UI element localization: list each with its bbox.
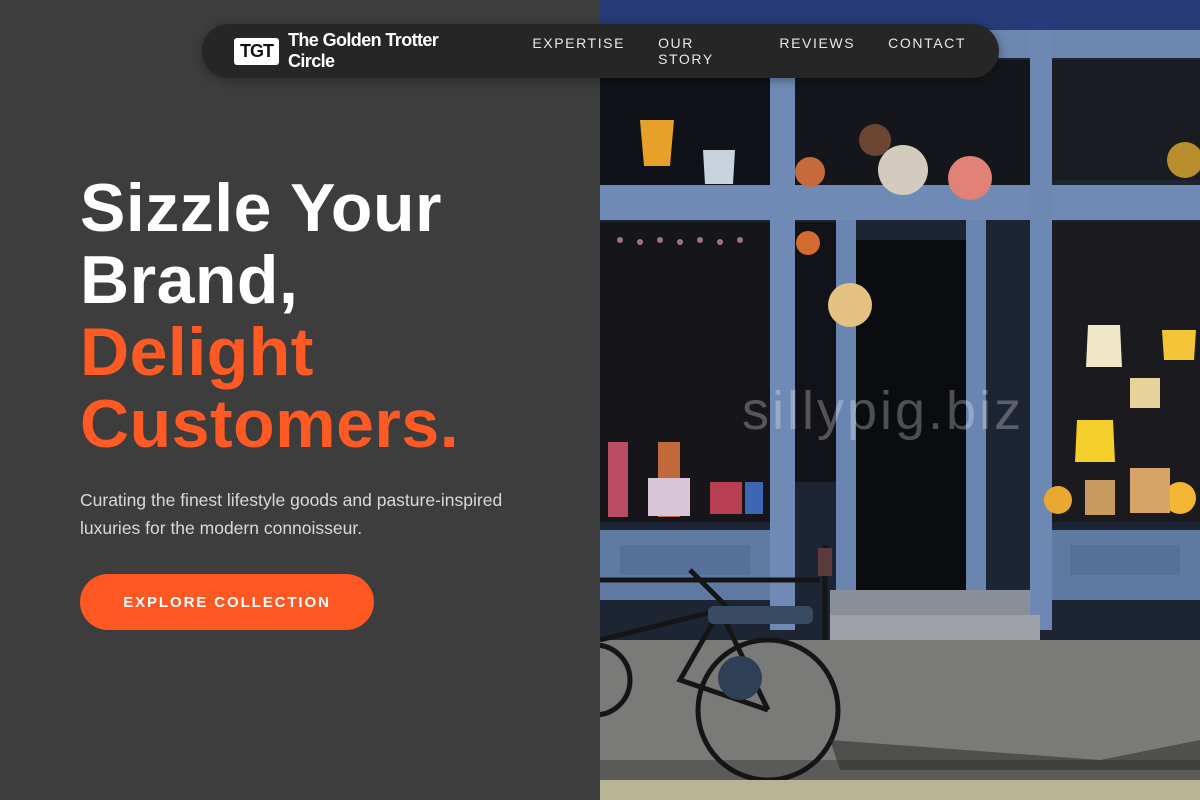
hero-section: Sizzle Your Brand, Delight Customers. Cu…	[80, 172, 600, 630]
explore-collection-button[interactable]: EXPLORE COLLECTION	[80, 574, 374, 630]
brand-badge: TGT	[234, 37, 279, 65]
top-navbar: TGT The Golden Trotter Circle EXPERTISE …	[202, 24, 999, 78]
hero-photo: sillypig.biz	[600, 0, 1200, 800]
brand-name: The Golden Trotter Circle	[288, 30, 439, 71]
nav-link-expertise[interactable]: EXPERTISE	[532, 35, 625, 67]
nav-link-reviews[interactable]: REVIEWS	[779, 35, 855, 67]
hero-headline: Sizzle Your Brand, Delight Customers.	[80, 172, 600, 460]
hero-subtitle: Curating the finest lifestyle goods and …	[80, 490, 503, 538]
headline-line-2: Brand,	[80, 242, 299, 318]
brand-logo[interactable]: TGT The Golden Trotter Circle	[234, 30, 484, 72]
headline-line-4: Customers.	[80, 386, 460, 462]
nav-link-contact[interactable]: CONTACT	[888, 35, 966, 67]
nav-link-our-story[interactable]: OUR STORY	[658, 35, 746, 67]
watermark-text: sillypig.biz	[742, 381, 1025, 441]
nav-links: EXPERTISE OUR STORY REVIEWS CONTACT	[532, 35, 999, 67]
headline-line-3: Delight	[80, 314, 314, 390]
headline-line-1: Sizzle Your	[80, 170, 442, 246]
